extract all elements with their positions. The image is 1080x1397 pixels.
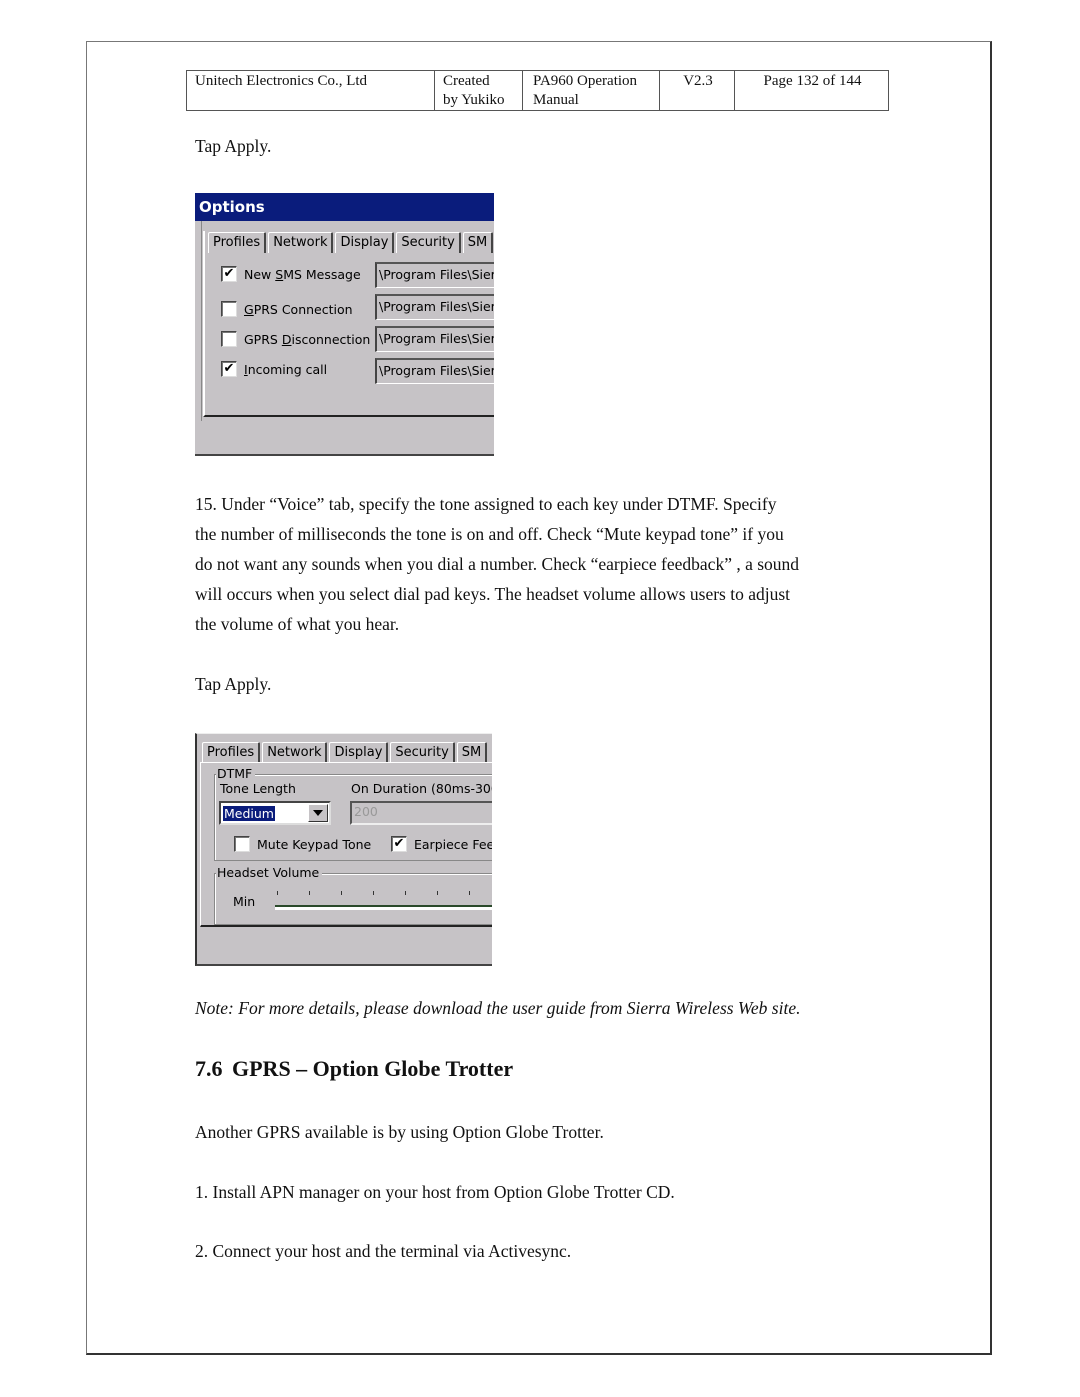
tab-display[interactable]: Display (335, 232, 395, 253)
section-heading: 7.6 GPRS – Option Globe Trotter (195, 1056, 513, 1082)
company-name: Unitech Electronics Co., Ltd (186, 70, 435, 111)
headset-volume-slider[interactable] (275, 905, 492, 910)
path-field-gprs-disconnection[interactable]: \Program Files\Sierr (375, 326, 494, 352)
note-text: Note: For more details, please download … (195, 998, 801, 1018)
mute-keypad-label: Mute Keypad Tone (257, 836, 372, 852)
tab-network[interactable]: Network (262, 742, 328, 763)
slider-tick (373, 891, 374, 895)
label-new-sms: New SMS Message (244, 266, 361, 282)
created-label: Created (443, 73, 490, 89)
tab-sms[interactable]: SM (456, 742, 488, 763)
tab-security[interactable]: Security (396, 232, 461, 253)
option-row-incoming-call[interactable]: ✔ Incoming call (221, 361, 327, 377)
path-field-incoming-call[interactable]: \Program Files\Sierr (375, 358, 494, 384)
slider-tick (469, 891, 470, 895)
options-panel (203, 231, 494, 417)
version: V2.3 (659, 70, 735, 111)
slider-tick (341, 891, 342, 895)
dtmf-group-label: DTMF (216, 767, 256, 781)
document-header-table: Unitech Electronics Co., Ltd Created by Y… (186, 70, 889, 111)
tab-display[interactable]: Display (329, 742, 389, 763)
path-field-new-sms[interactable]: \Program Files\Sierr (375, 262, 494, 288)
min-label: Min (233, 894, 256, 909)
checkbox-gprs-disconnection[interactable] (221, 331, 237, 347)
checkbox-mute-keypad[interactable] (234, 836, 250, 852)
dialog-edge (197, 221, 202, 421)
slider-tick (437, 891, 438, 895)
paragraph-line: do not want any sounds when you dial a n… (195, 554, 800, 574)
on-duration-label: On Duration (80ms-300 (351, 781, 492, 796)
tone-length-dropdown[interactable]: Medium (219, 801, 331, 825)
tab-sms[interactable]: SM (462, 232, 494, 253)
document-title: PA960 Operation Manual (522, 70, 660, 111)
checkbox-incoming-call[interactable]: ✔ (221, 361, 237, 377)
checkbox-earpiece-feedback[interactable]: ✔ (391, 836, 407, 852)
slider-tick (277, 891, 278, 895)
headset-volume-label: Headset Volume (216, 866, 323, 880)
tab-profiles[interactable]: Profiles (208, 232, 267, 253)
checkbox-new-sms[interactable]: ✔ (221, 266, 237, 282)
tab-network[interactable]: Network (268, 232, 334, 253)
slider-tick (309, 891, 310, 895)
mute-keypad-row[interactable]: Mute Keypad Tone (234, 836, 371, 852)
option-row-new-sms[interactable]: ✔ New SMS Message (221, 266, 361, 282)
tab-profiles[interactable]: Profiles (202, 742, 261, 763)
step-15-paragraph: 15. Under “Voice” tab, specify the tone … (195, 489, 895, 639)
tab-bar: Profiles Network Display Security SM (208, 232, 494, 253)
intro-text: Another GPRS available is by using Optio… (195, 1122, 604, 1142)
author: by Yukiko (443, 92, 505, 108)
doc-title-line2: Manual (533, 92, 579, 108)
section-number: 7.6 (195, 1056, 223, 1081)
label-gprs-connection: GPRS Connection (244, 301, 353, 317)
voice-settings-screenshot: Profiles Network Display Security SM DTM… (195, 733, 492, 966)
earpiece-label: Earpiece Fee (414, 836, 492, 852)
tab-bar: Profiles Network Display Security SM (202, 742, 488, 763)
created-by: Created by Yukiko (434, 70, 523, 111)
path-field-gprs-connection[interactable]: \Program Files\Sierr (375, 294, 494, 320)
paragraph-line: the number of milliseconds the tone is o… (195, 524, 784, 544)
option-row-gprs-disconnection[interactable]: GPRS Disconnection (221, 331, 370, 347)
paragraph-line: the volume of what you hear. (195, 614, 400, 634)
checkbox-gprs-connection[interactable] (221, 301, 237, 317)
on-duration-input[interactable]: 200 (350, 801, 492, 825)
tap-apply-text-2: Tap Apply. (195, 674, 272, 694)
section-title: GPRS – Option Globe Trotter (232, 1056, 514, 1081)
tone-length-label: Tone Length (220, 781, 296, 796)
paragraph-line: 15. Under “Voice” tab, specify the tone … (195, 494, 777, 514)
tab-security[interactable]: Security (390, 742, 455, 763)
dropdown-button[interactable] (308, 804, 328, 822)
step-1: 1. Install APN manager on your host from… (195, 1182, 675, 1202)
paragraph-line: will occurs when you select dial pad key… (195, 584, 791, 604)
chevron-down-icon (313, 810, 323, 816)
doc-title-line1: PA960 Operation (533, 73, 638, 89)
option-row-gprs-connection[interactable]: GPRS Connection (221, 301, 353, 317)
tone-length-value: Medium (223, 806, 275, 821)
tap-apply-text: Tap Apply. (195, 136, 272, 156)
page-number: Page 132 of 144 (734, 70, 889, 111)
step-2: 2. Connect your host and the terminal vi… (195, 1241, 572, 1261)
options-screenshot: Options Profiles Network Display Securit… (195, 193, 494, 456)
label-incoming-call: Incoming call (244, 361, 328, 377)
dialog-title: Options (195, 193, 494, 221)
earpiece-row[interactable]: ✔ Earpiece Fee (391, 836, 492, 852)
label-gprs-disconnection: GPRS Disconnection (244, 331, 371, 347)
slider-tick (405, 891, 406, 895)
